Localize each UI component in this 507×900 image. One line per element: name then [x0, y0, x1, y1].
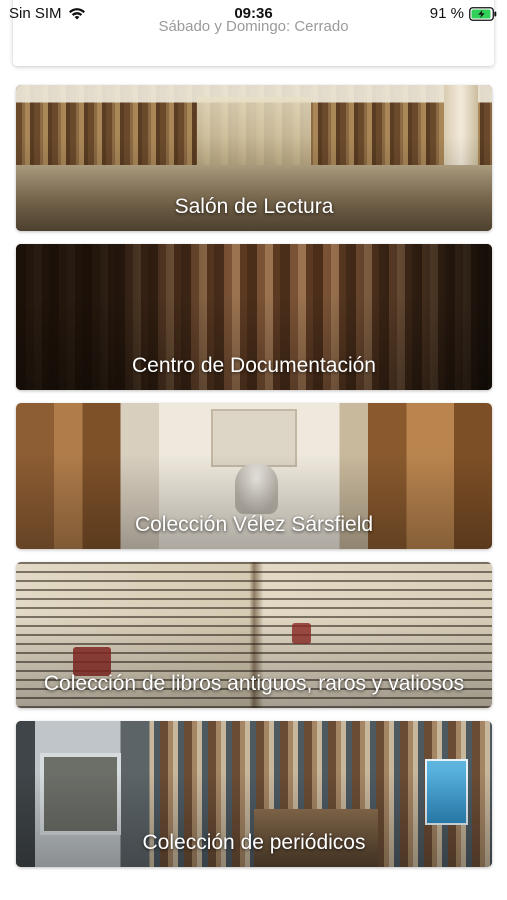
collection-tile-label: Colección de periódicos [142, 831, 366, 854]
status-bar: Sin SIM 09:36 91 % [0, 0, 507, 28]
collection-tile-salon-de-lectura[interactable]: Salón de Lectura [16, 85, 492, 231]
collection-tile-label: Centro de Documentación [132, 354, 376, 377]
collection-tile-libros-antiguos[interactable]: Colección de libros antiguos, raros y va… [16, 562, 492, 708]
collection-tile-periodicos[interactable]: Colección de periódicos [16, 721, 492, 867]
battery-status: 91 % [430, 5, 497, 22]
collection-tile-velez-sarsfield[interactable]: Colección Vélez Sársfield [16, 403, 492, 549]
collection-tile-label: Colección Vélez Sársfield [134, 513, 374, 536]
collection-tile-label: Salón de Lectura [174, 195, 334, 218]
battery-percent: 91 % [429, 5, 464, 22]
collection-tile-label: Colección de libros antiguos, raros y va… [43, 672, 465, 695]
battery-charging-icon [469, 6, 497, 21]
collection-tile-centro-de-documentacion[interactable]: Centro de Documentación [16, 244, 492, 390]
